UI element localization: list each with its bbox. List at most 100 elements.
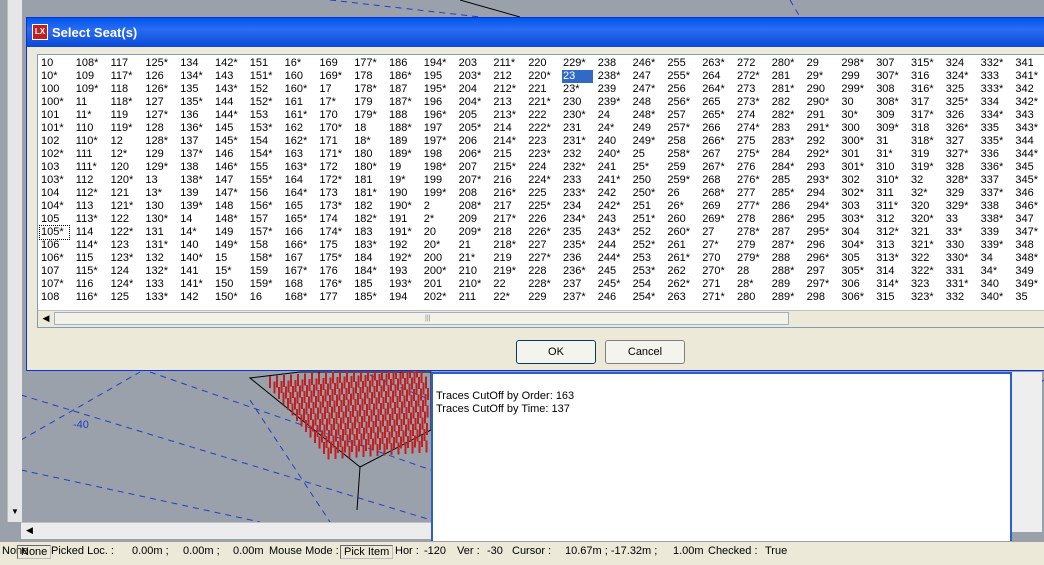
seat-item[interactable]: 143* bbox=[214, 83, 238, 96]
seat-item[interactable]: 30* bbox=[840, 109, 864, 122]
seat-item[interactable]: 195* bbox=[423, 83, 447, 96]
seat-item[interactable]: 267* bbox=[701, 161, 725, 174]
seat-item[interactable]: 324 bbox=[945, 57, 969, 70]
seat-item[interactable]: 125 bbox=[110, 291, 134, 304]
seat-item[interactable]: 187* bbox=[388, 96, 412, 109]
seat-item[interactable]: 159 bbox=[249, 265, 273, 278]
seat-item[interactable]: 258* bbox=[666, 148, 690, 161]
seat-item[interactable]: 32* bbox=[910, 187, 934, 200]
seat-item[interactable]: 112 bbox=[75, 174, 99, 187]
seat-item[interactable]: 274* bbox=[736, 122, 760, 135]
seat-item[interactable]: 269* bbox=[701, 213, 725, 226]
seat-item[interactable]: 206* bbox=[458, 148, 482, 161]
seat-item[interactable]: 133* bbox=[144, 291, 168, 304]
seat-item[interactable]: 260 bbox=[666, 213, 690, 226]
seat-item[interactable]: 31 bbox=[875, 135, 899, 148]
seat-item[interactable]: 100 bbox=[40, 83, 69, 96]
seat-item[interactable]: 177* bbox=[353, 57, 377, 70]
seat-item[interactable]: 213* bbox=[492, 109, 516, 122]
seat-item[interactable]: 322* bbox=[910, 265, 934, 278]
seat-item[interactable]: 201 bbox=[423, 278, 447, 291]
seat-item[interactable]: 230* bbox=[562, 109, 593, 122]
seat-item[interactable]: 135 bbox=[179, 83, 203, 96]
seat-item[interactable]: 304 bbox=[840, 226, 864, 239]
seat-item[interactable]: 340 bbox=[980, 278, 1004, 291]
seat-item[interactable]: 308 bbox=[875, 83, 899, 96]
seat-item[interactable]: 295* bbox=[806, 226, 830, 239]
seat-item[interactable]: 257 bbox=[666, 109, 690, 122]
seat-item[interactable]: 130 bbox=[144, 200, 168, 213]
seat-item[interactable]: 16* bbox=[284, 57, 308, 70]
seat-item[interactable]: 234 bbox=[562, 200, 593, 213]
seat-item[interactable]: 233* bbox=[562, 187, 593, 200]
seat-item[interactable]: 343* bbox=[1014, 122, 1038, 135]
seat-item[interactable]: 160 bbox=[284, 70, 308, 83]
seat-item[interactable]: 216 bbox=[492, 174, 516, 187]
seat-item[interactable]: 172 bbox=[318, 161, 342, 174]
seat-item[interactable]: 176 bbox=[318, 265, 342, 278]
seat-item[interactable]: 320 bbox=[910, 200, 934, 213]
seat-item[interactable]: 316* bbox=[910, 83, 934, 96]
seat-item[interactable]: 141 bbox=[179, 265, 203, 278]
seat-item[interactable]: 158* bbox=[249, 252, 273, 265]
seat-item[interactable]: 314 bbox=[875, 265, 899, 278]
seat-item[interactable]: 302 bbox=[840, 174, 864, 187]
seat-item[interactable]: 123 bbox=[110, 239, 134, 252]
seat-item[interactable]: 248* bbox=[632, 109, 656, 122]
seat-item[interactable]: 310* bbox=[875, 174, 899, 187]
seat-item[interactable]: 116* bbox=[75, 291, 99, 304]
seat-item[interactable]: 311 bbox=[875, 187, 899, 200]
seat-item[interactable]: 240 bbox=[597, 135, 621, 148]
seat-item[interactable]: 21* bbox=[458, 252, 482, 265]
seat-item[interactable]: 167 bbox=[284, 252, 308, 265]
seat-item[interactable]: 298 bbox=[806, 291, 830, 304]
seat-item[interactable]: 18* bbox=[353, 135, 377, 148]
seat-item[interactable]: 211 bbox=[458, 291, 482, 304]
seat-item[interactable]: 161 bbox=[284, 96, 308, 109]
seat-item[interactable]: 267 bbox=[701, 148, 725, 161]
seat-item[interactable]: 276 bbox=[736, 161, 760, 174]
seat-item[interactable]: 284* bbox=[771, 161, 795, 174]
seat-item[interactable]: 197* bbox=[423, 135, 447, 148]
seat-item[interactable]: 205 bbox=[458, 109, 482, 122]
seat-item[interactable]: 100* bbox=[40, 96, 69, 109]
seat-item[interactable]: 204 bbox=[458, 83, 482, 96]
seat-item[interactable]: 272 bbox=[736, 57, 760, 70]
seat-item[interactable]: 222* bbox=[527, 122, 551, 135]
seat-item[interactable]: 166 bbox=[284, 226, 308, 239]
seat-item[interactable]: 110 bbox=[75, 122, 99, 135]
seat-item[interactable]: 328* bbox=[945, 174, 969, 187]
seat-item[interactable]: 180* bbox=[353, 161, 377, 174]
seat-item[interactable]: 280 bbox=[736, 291, 760, 304]
seat-item[interactable]: 234* bbox=[562, 213, 593, 226]
seat-item[interactable]: 330 bbox=[945, 239, 969, 252]
seat-item[interactable]: 315* bbox=[910, 57, 934, 70]
seat-item[interactable]: 189* bbox=[388, 148, 412, 161]
seat-item[interactable]: 296 bbox=[806, 239, 830, 252]
seat-item[interactable]: 104 bbox=[40, 187, 69, 200]
seat-item[interactable]: 277* bbox=[736, 200, 760, 213]
seat-item[interactable]: 213 bbox=[492, 96, 516, 109]
seat-item[interactable]: 24* bbox=[597, 122, 621, 135]
seat-item[interactable]: 348* bbox=[1014, 252, 1038, 265]
seat-item[interactable]: 322 bbox=[910, 252, 934, 265]
seat-item[interactable]: 23* bbox=[562, 83, 593, 96]
listbox-horizontal-scrollbar[interactable]: ◀ ||| bbox=[38, 310, 1044, 327]
seat-item[interactable]: 205* bbox=[458, 122, 482, 135]
seat-item[interactable]: 210* bbox=[458, 278, 482, 291]
seat-item[interactable]: 345 bbox=[1014, 161, 1038, 174]
seat-item[interactable]: 336 bbox=[980, 148, 1004, 161]
seat-item[interactable]: 290 bbox=[806, 83, 830, 96]
seat-item[interactable]: 107 bbox=[40, 265, 69, 278]
seat-item[interactable]: 117* bbox=[110, 70, 134, 83]
seat-item[interactable]: 114* bbox=[75, 239, 99, 252]
seat-item[interactable]: 284 bbox=[771, 148, 795, 161]
seat-item[interactable]: 118* bbox=[110, 96, 134, 109]
seat-item[interactable]: 228 bbox=[527, 265, 551, 278]
seat-item[interactable]: 29* bbox=[806, 70, 830, 83]
seat-item[interactable]: 164 bbox=[284, 174, 308, 187]
seat-item[interactable]: 279 bbox=[736, 239, 760, 252]
seat-item[interactable]: 272* bbox=[736, 70, 760, 83]
seat-item[interactable]: 113 bbox=[75, 200, 99, 213]
seat-item[interactable]: 111 bbox=[75, 148, 99, 161]
